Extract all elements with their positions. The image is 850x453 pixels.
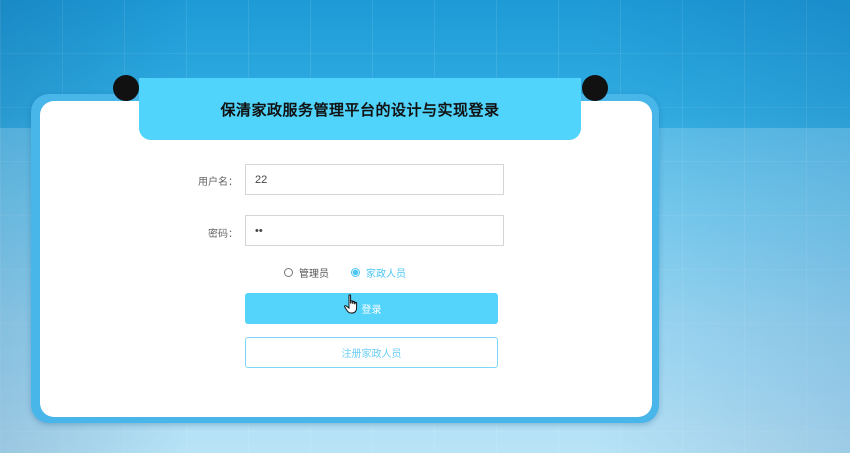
radio-unchecked-icon[interactable] [284, 267, 293, 277]
radio-checked-icon[interactable] [351, 267, 360, 277]
role-selector: 管理员 家政人员 [284, 265, 428, 280]
role-option-housekeeper[interactable]: 家政人员 [351, 265, 406, 280]
page-title: 保清家政服务管理平台的设计与实现登录 [220, 100, 500, 119]
role-option-admin[interactable]: 管理员 [284, 265, 329, 280]
register-housekeeper-button[interactable]: 注册家政人员 [245, 337, 498, 368]
role-option-label: 管理员 [299, 268, 329, 280]
login-card [40, 101, 652, 417]
username-input[interactable]: 22 [245, 164, 504, 195]
username-label: 用户名： [198, 177, 238, 188]
login-button[interactable]: 登录 [245, 293, 498, 324]
hand-pointer-icon [344, 294, 358, 314]
title-banner: 保清家政服务管理平台的设计与实现登录 [139, 78, 581, 140]
role-option-label: 家政人员 [366, 268, 406, 280]
scroll-knob-right [582, 75, 608, 101]
password-input[interactable]: •• [245, 215, 504, 246]
scroll-knob-left [113, 75, 139, 101]
password-label: 密码： [208, 229, 238, 240]
